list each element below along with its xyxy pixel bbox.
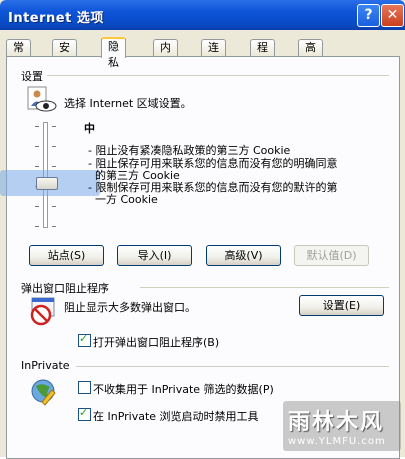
slider-tick <box>35 226 39 227</box>
no-collect-checkbox[interactable] <box>78 381 91 394</box>
import-button[interactable]: 导入(I) <box>117 245 192 266</box>
slider-tick <box>52 126 56 127</box>
watermark-title: 雨林木风 <box>288 410 385 435</box>
tab-general[interactable]: 常规 <box>6 39 31 70</box>
slider-tick <box>35 166 39 167</box>
disable-toolbars-label[interactable]: 在 InPrivate 浏览启动时禁用工具 <box>93 408 259 424</box>
tab-content[interactable]: 内容 <box>153 39 178 70</box>
tab-programs[interactable]: 程序 <box>250 39 275 70</box>
popup-description: 阻止显示大多数弹出窗口。 <box>64 301 196 314</box>
default-button[interactable]: 默认值(D) <box>294 245 369 266</box>
popup-blocker-label[interactable]: 打开弹出窗口阻止程序(B) <box>93 334 219 350</box>
advanced-button[interactable]: 高级(V) <box>206 245 281 266</box>
slider-tick <box>35 126 39 127</box>
popup-block-icon <box>30 297 55 326</box>
help-button[interactable]: ? <box>357 4 380 27</box>
slider-tick <box>52 206 56 207</box>
no-collect-label[interactable]: 不收集用于 InPrivate 筛选的数据(P) <box>93 381 274 397</box>
tab-privacy[interactable]: 隐私 <box>101 37 126 69</box>
disable-toolbars-checkbox[interactable] <box>78 406 91 421</box>
inprivate-icon <box>31 379 56 406</box>
popup-settings-button[interactable]: 设置(E) <box>299 295 384 316</box>
internet-options-window: Internet 选项 ? ✕ 常规 安全 隐私 内容 连接 程序 高级 设置 … <box>0 0 405 459</box>
zone-eye-icon <box>27 86 57 112</box>
sites-button[interactable]: 站点(S) <box>29 245 104 266</box>
slider-tick <box>35 146 39 147</box>
privacy-slider-thumb[interactable] <box>36 177 58 190</box>
inprivate-divider <box>76 366 389 367</box>
zone-text: 选择 Internet 区域设置。 <box>64 97 192 110</box>
settings-divider <box>44 75 389 76</box>
slider-tick <box>52 146 56 147</box>
title-bar[interactable]: Internet 选项 ? ✕ <box>0 0 405 30</box>
popup-blocker-checkbox[interactable] <box>78 332 91 347</box>
settings-group-label: 设置 <box>21 68 47 84</box>
window-title: Internet 选项 <box>8 11 104 26</box>
slider-tick <box>52 226 56 227</box>
popup-group-label: 弹出窗口阻止程序 <box>21 280 113 296</box>
tab-security[interactable]: 安全 <box>52 39 77 70</box>
slider-tick <box>52 166 56 167</box>
watermark-url: www.YLMFU.com <box>288 436 386 447</box>
close-button[interactable]: ✕ <box>381 4 404 27</box>
inprivate-group-label: InPrivate <box>21 359 74 372</box>
privacy-description-line: 一方 Cookie <box>88 193 158 206</box>
privacy-level-label: 中 <box>84 122 95 135</box>
slider-tick <box>35 206 39 207</box>
tab-connections[interactable]: 连接 <box>201 39 226 70</box>
popup-divider <box>140 287 389 288</box>
tab-advanced[interactable]: 高级 <box>298 39 323 70</box>
